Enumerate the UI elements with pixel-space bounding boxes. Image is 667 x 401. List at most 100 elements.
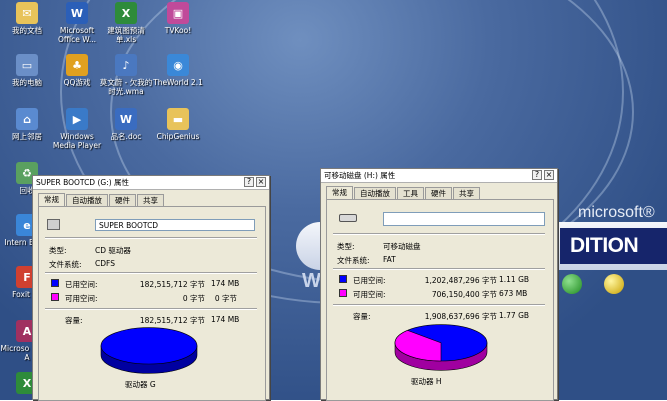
desktop-icon-label: QQ游戏: [63, 78, 91, 87]
desktop-icon-label: TheWorld 2.1: [153, 78, 203, 87]
desktop-icon[interactable]: ◉ TheWorld 2.1: [151, 54, 205, 87]
properties-window-h: 可移动磁盘 (H:) 属性 ? × 常规 自动播放 工具 硬件 共享 类型: 可…: [320, 168, 558, 401]
divider: [333, 233, 545, 235]
used-space-size: 1.11 GB: [499, 275, 530, 284]
my-documents-icon: ✉: [16, 2, 38, 24]
cd-drive-icon: [47, 219, 60, 230]
desktop-icon-label: 莫文蔚 - 欠我的时光.wma: [99, 78, 153, 96]
free-space-label: 可用空间:: [353, 290, 386, 299]
capacity-label: 容量:: [353, 312, 371, 321]
used-space-swatch: [51, 279, 59, 287]
microsoft-logo-text: microsoft®: [578, 204, 655, 221]
type-value: CD 驱动器: [95, 246, 131, 255]
free-space-label: 可用空间:: [65, 294, 98, 303]
divider: [333, 304, 545, 306]
free-space-size: 673 MB: [499, 289, 528, 298]
desktop-icon-label: ChipGenius: [156, 132, 200, 141]
type-label: 类型:: [49, 246, 67, 255]
used-space-bytes: 182,515,712 字节: [139, 280, 205, 289]
filesystem-value: FAT: [383, 255, 396, 264]
window-title: SUPER BOOTCD (G:) 属性: [36, 178, 130, 187]
my-computer-icon: ▭: [16, 54, 38, 76]
tab-strip: 常规 自动播放 工具 硬件 共享: [326, 186, 481, 200]
desktop-icon[interactable]: ▬ ChipGenius: [151, 108, 205, 141]
desktop-icon-label: TVKoo!: [164, 26, 192, 35]
free-space-size: 0 字节: [214, 294, 237, 303]
desktop-icon[interactable]: W 品名.doc: [99, 108, 153, 141]
desktop-icon[interactable]: ▭ 我的电脑: [0, 54, 54, 87]
desktop-icon[interactable]: ♪ 莫文蔚 - 欠我的时光.wma: [99, 54, 153, 96]
volume-name-field[interactable]: SUPER BOOTCD: [95, 219, 255, 231]
audio-file-icon: ♪: [115, 54, 137, 76]
help-button[interactable]: ?: [532, 170, 542, 180]
word-doc-icon: W: [115, 108, 137, 130]
used-space-label: 已用空间:: [353, 276, 386, 285]
free-space-bytes: 0 字节: [182, 294, 205, 303]
removable-disk-icon: [339, 214, 357, 222]
desktop-icon-label: Windows Media Player: [52, 132, 102, 150]
desktop-icon-label: 我的文档: [12, 26, 42, 35]
type-value: 可移动磁盘: [383, 242, 421, 251]
help-button[interactable]: ?: [244, 177, 254, 187]
filesystem-label: 文件系统:: [337, 256, 370, 265]
divider: [45, 237, 257, 239]
green-ball: [562, 274, 582, 294]
desktop-icon-label: 建筑图预清单.xls: [107, 26, 145, 44]
used-space-swatch: [339, 275, 347, 283]
titlebar[interactable]: SUPER BOOTCD (G:) 属性 ? ×: [33, 176, 269, 190]
used-space-bytes: 1,202,487,296 字节: [424, 276, 497, 285]
desktop-icon-label: 品名.doc: [110, 132, 142, 141]
wallpaper-logo-text: W: [302, 270, 321, 292]
desktop-icon[interactable]: ♣ QQ游戏: [50, 54, 104, 87]
general-panel: 类型: 可移动磁盘 文件系统: FAT 已用空间: 1,202,487,296 …: [326, 199, 554, 401]
edition-text: DITION: [570, 234, 639, 257]
capacity-size: 1.77 GB: [499, 311, 530, 320]
yellow-ball: [604, 274, 624, 294]
window-title: 可移动磁盘 (H:) 属性: [324, 171, 396, 180]
word-icon: W: [66, 2, 88, 24]
tab-general[interactable]: 常规: [38, 193, 65, 207]
excel-file-icon: X: [115, 2, 137, 24]
desktop-icon-label: 我的电脑: [12, 78, 42, 87]
desktop-icon-label: Microsoft Office W...: [58, 26, 96, 44]
network-places-icon: ⌂: [16, 108, 38, 130]
desktop-icon[interactable]: ▶ Windows Media Player: [50, 108, 104, 150]
divider: [333, 268, 545, 270]
divider: [45, 308, 257, 310]
close-button[interactable]: ×: [256, 177, 266, 187]
theworld-browser-icon: ◉: [167, 54, 189, 76]
qq-game-icon: ♣: [66, 54, 88, 76]
titlebar[interactable]: 可移动磁盘 (H:) 属性 ? ×: [321, 169, 557, 183]
disk-usage-pie: [100, 327, 198, 374]
drive-label: 驱动器 G: [125, 380, 156, 389]
free-space-swatch: [339, 289, 347, 297]
pie-used-slice: [100, 327, 198, 365]
desktop-icon[interactable]: W Microsoft Office W...: [50, 2, 104, 44]
desktop-icon[interactable]: ▣ TVKoo!: [151, 2, 205, 35]
free-space-bytes: 706,150,400 字节: [431, 290, 497, 299]
filesystem-label: 文件系统:: [49, 260, 82, 269]
close-button[interactable]: ×: [544, 170, 554, 180]
properties-window-g: SUPER BOOTCD (G:) 属性 ? × 常规 自动播放 硬件 共享 S…: [32, 175, 270, 401]
desktop-icon-label: 网上邻居: [12, 132, 42, 141]
desktop-icon[interactable]: ✉ 我的文档: [0, 2, 54, 35]
tab-general[interactable]: 常规: [326, 186, 353, 200]
media-player-icon: ▶: [66, 108, 88, 130]
general-panel: SUPER BOOTCD 类型: CD 驱动器 文件系统: CDFS 已用空间:…: [38, 206, 266, 401]
volume-name-field[interactable]: [383, 212, 545, 226]
capacity-label: 容量:: [65, 316, 83, 325]
divider: [45, 272, 257, 274]
tvkoo-icon: ▣: [167, 2, 189, 24]
used-space-size: 174 MB: [211, 279, 240, 288]
capacity-size: 174 MB: [211, 315, 240, 324]
used-space-label: 已用空间:: [65, 280, 98, 289]
tab-strip: 常规 自动播放 硬件 共享: [38, 193, 165, 207]
folder-icon: ▬: [167, 108, 189, 130]
desktop-icon[interactable]: X 建筑图预清单.xls: [99, 2, 153, 44]
desktop-icon[interactable]: ⌂ 网上邻居: [0, 108, 54, 141]
free-space-swatch: [51, 293, 59, 301]
filesystem-value: CDFS: [95, 259, 115, 268]
drive-label: 驱动器 H: [411, 377, 442, 386]
disk-usage-pie: [394, 324, 488, 371]
type-label: 类型:: [337, 242, 355, 251]
